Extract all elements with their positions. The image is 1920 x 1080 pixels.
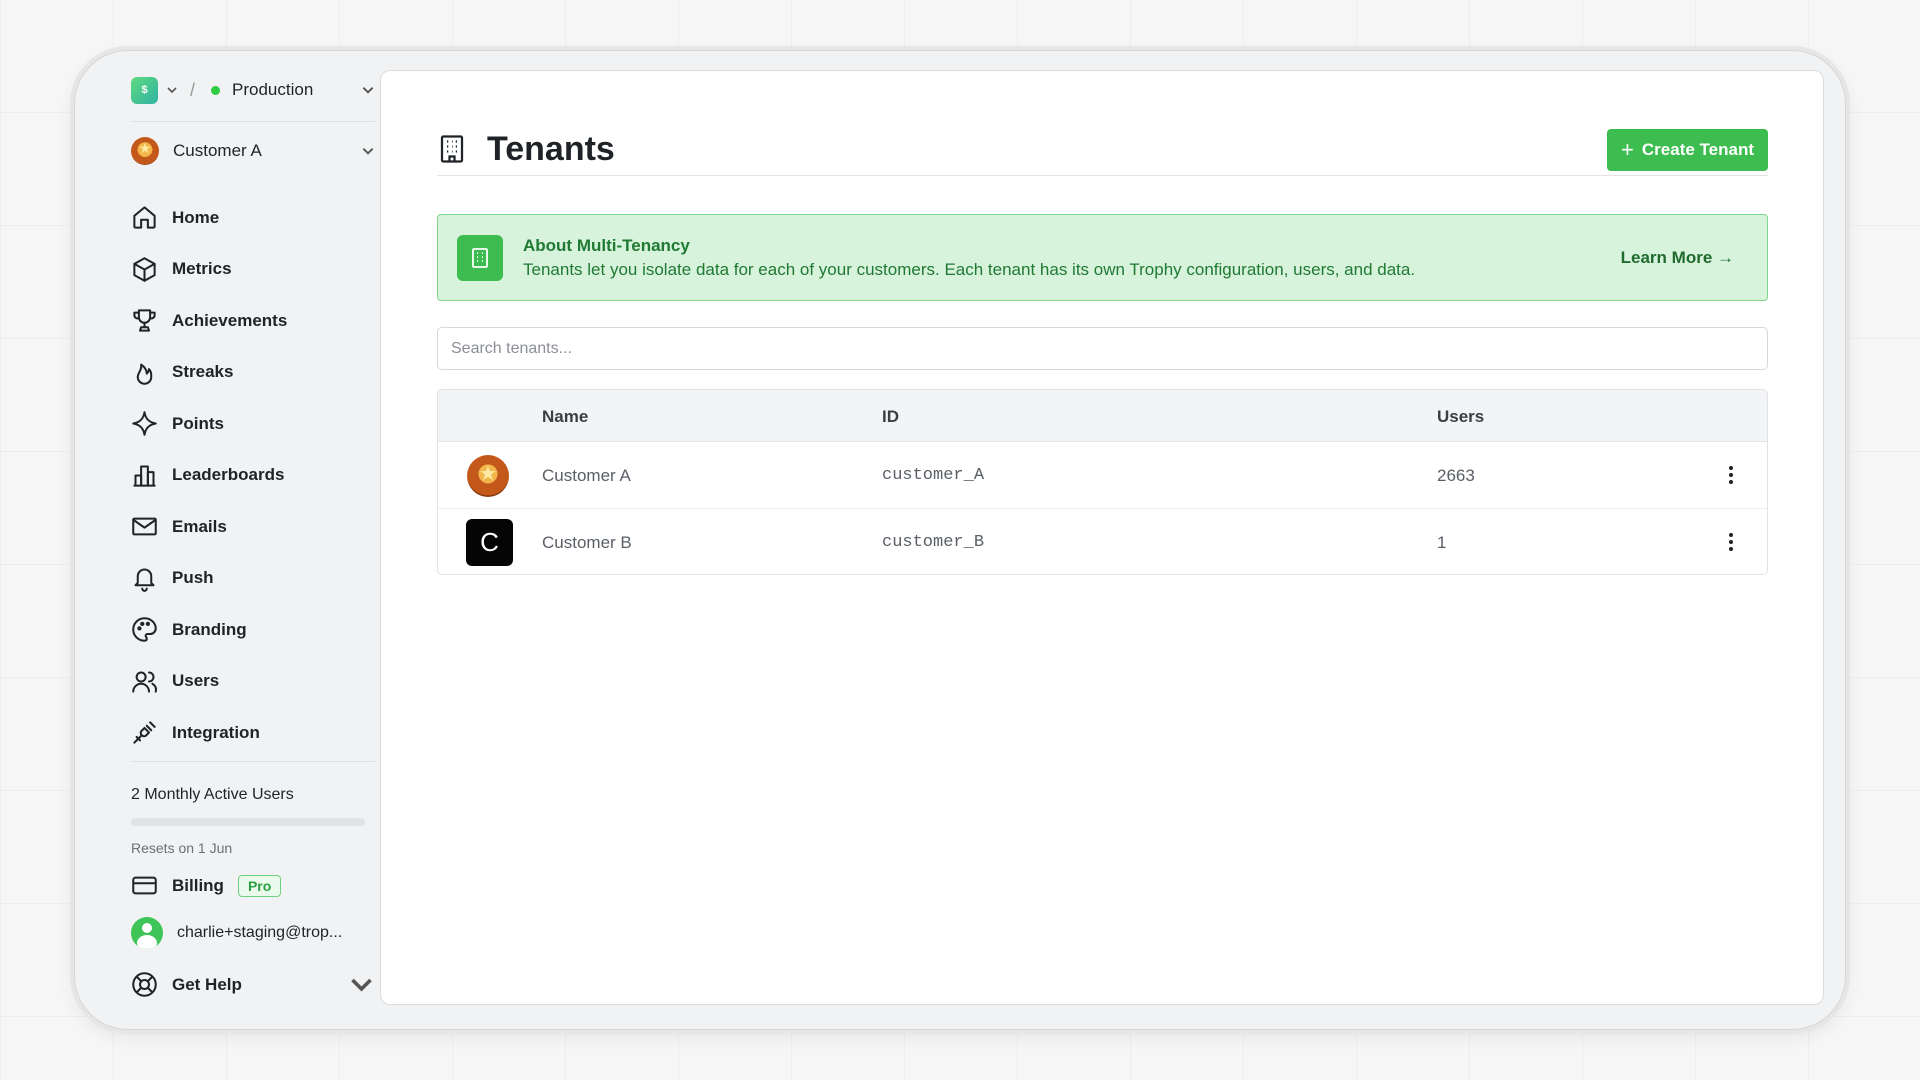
avatar (131, 917, 163, 949)
tenant-logo (467, 455, 509, 497)
sidebar-item-label: Push (172, 568, 214, 588)
sidebar-item-achievements[interactable]: Achievements (131, 295, 375, 347)
sidebar-item-label: Branding (172, 619, 247, 639)
sidebar-item-label: Users (172, 671, 220, 691)
info-text: Tenants let you isolate data for each of… (523, 260, 1416, 279)
create-tenant-button[interactable]: + Create Tenant (1607, 129, 1768, 171)
bell-icon (134, 568, 155, 592)
monthly-active-users: 2 Monthly Active Users Resets on 1 Jun (131, 786, 375, 856)
table-header: Name ID Users (438, 390, 1767, 442)
sidebar-item-label: Streaks (172, 362, 234, 382)
tenant-name: Customer A (542, 466, 631, 485)
get-help-label: Get Help (172, 974, 242, 994)
sparkle-icon (132, 411, 157, 437)
column-header-name[interactable]: Name (542, 407, 588, 427)
chevron-down-icon[interactable] (348, 971, 375, 998)
sidebar-item-metrics[interactable]: Metrics (131, 244, 375, 296)
tenant-id: customer_A (882, 466, 985, 485)
table-row[interactable]: C Customer B customer_B 1 (438, 509, 1767, 574)
plan-badge: Pro (237, 874, 282, 897)
tenant-id: customer_B (882, 533, 985, 552)
users-icon (132, 671, 158, 693)
app-window: $ / Production Customer A Home (74, 50, 1846, 1030)
breadcrumb-separator: / (190, 79, 196, 100)
sidebar-item-home[interactable]: Home (131, 192, 375, 244)
mail-icon (132, 517, 157, 536)
customer-name: Customer A (173, 141, 262, 160)
chevron-down-icon[interactable] (166, 84, 178, 96)
page-header: Tenants + Create Tenant (437, 119, 1768, 179)
sidebar-item-label: Integration (172, 722, 260, 742)
sidebar-item-integration[interactable]: Integration (131, 707, 375, 759)
sidebar-item-streaks[interactable]: Streaks (131, 347, 375, 399)
learn-more-link[interactable]: Learn More → (1621, 248, 1734, 268)
bar-chart-icon (133, 465, 156, 487)
home-icon (133, 206, 156, 229)
sidebar-item-label: Metrics (172, 259, 232, 279)
tenant-users: 1 (1437, 533, 1447, 552)
column-header-id[interactable]: ID (882, 407, 899, 427)
tenant-name: Customer B (542, 533, 632, 552)
sidebar-item-label: Leaderboards (172, 465, 285, 485)
search-input[interactable] (437, 327, 1768, 370)
customer-switcher[interactable]: Customer A (131, 131, 375, 171)
billing-label: Billing (172, 875, 224, 895)
sidebar-item-label: Points (172, 413, 224, 433)
sidebar-item-billing[interactable]: Billing Pro (131, 872, 282, 899)
tenant-logo: C (466, 519, 513, 566)
main-content: Tenants + Create Tenant About Multi-Tena… (380, 70, 1824, 1005)
sidebar-item-label: Emails (172, 516, 227, 536)
flame-icon (136, 363, 153, 385)
building-icon (440, 135, 464, 163)
get-help-menu[interactable]: Get Help (131, 971, 375, 998)
sidebar-item-push[interactable]: Push (131, 553, 375, 605)
tenant-users: 2663 (1437, 466, 1475, 485)
page-title: Tenants (487, 129, 615, 168)
sidebar-item-label: Home (172, 207, 220, 227)
sidebar-item-leaderboards[interactable]: Leaderboards (131, 450, 375, 502)
create-tenant-label: Create Tenant (1641, 140, 1754, 159)
environment-status-dot (211, 85, 221, 95)
column-header-users[interactable]: Users (1437, 407, 1484, 427)
sidebar-nav: Home Metrics Achievements Streaks Points… (131, 192, 375, 759)
mau-progress-bar (131, 818, 365, 826)
sidebar-item-points[interactable]: Points (131, 398, 375, 450)
chevron-down-icon[interactable] (361, 83, 375, 97)
divider (131, 121, 375, 122)
table-row[interactable]: Customer A customer_A 2663 (438, 442, 1767, 509)
more-options-icon[interactable] (1721, 460, 1741, 490)
mau-title: 2 Monthly Active Users (131, 786, 294, 803)
divider (437, 175, 1768, 176)
sidebar-item-emails[interactable]: Emails (131, 501, 375, 553)
user-email: charlie+staging@trop... (177, 924, 343, 941)
customer-badge-icon (131, 137, 159, 165)
more-options-icon[interactable] (1721, 527, 1741, 557)
app-logo: $ (131, 76, 158, 104)
plus-icon: + (1621, 137, 1634, 162)
info-title: About Multi-Tenancy (523, 236, 690, 255)
user-account[interactable]: charlie+staging@trop... (131, 917, 375, 949)
info-banner: About Multi-Tenancy Tenants let you isol… (437, 214, 1768, 301)
trophy-icon (133, 309, 156, 332)
building-icon (457, 235, 503, 281)
chevron-down-icon[interactable] (361, 144, 375, 158)
cube-icon (133, 256, 156, 282)
sidebar: $ / Production Customer A Home (99, 51, 401, 1029)
divider (131, 761, 375, 762)
lifebuoy-icon (132, 972, 157, 997)
mau-reset-date: Resets on 1 Jun (131, 840, 233, 856)
credit-card-icon (132, 876, 157, 895)
palette-icon (132, 617, 157, 643)
sidebar-item-users[interactable]: Users (131, 656, 375, 708)
environment-name: Production (232, 80, 314, 99)
plug-icon (133, 721, 156, 744)
environment-switcher[interactable]: $ / Production (131, 75, 375, 105)
tenants-table: Name ID Users Customer A customer_A 2663… (437, 389, 1768, 575)
sidebar-item-branding[interactable]: Branding (131, 604, 375, 656)
sidebar-item-label: Achievements (172, 310, 288, 330)
